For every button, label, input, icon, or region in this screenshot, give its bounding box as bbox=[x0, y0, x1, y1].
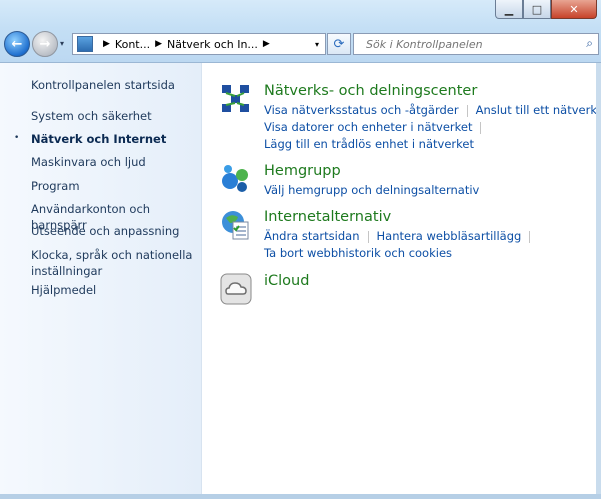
section-title-icloud[interactable]: iCloud bbox=[264, 273, 309, 289]
sidebar-item-appearance[interactable]: Utseende och anpassning bbox=[31, 223, 201, 239]
section-title-homegroup[interactable]: Hemgrupp bbox=[264, 163, 341, 179]
icloud-icon bbox=[220, 273, 252, 305]
link-divider bbox=[466, 104, 468, 117]
address-bar[interactable]: ▶ Kont... ▶ Nätverk och In... ▶ ▾ bbox=[72, 33, 326, 55]
link-divider bbox=[480, 121, 482, 134]
minimize-button[interactable]: ▁ bbox=[495, 0, 523, 19]
address-dropdown[interactable]: ▾ bbox=[315, 40, 319, 49]
maximize-button[interactable]: □ bbox=[523, 0, 551, 19]
sidebar: Kontrollpanelen startsida System och säk… bbox=[0, 63, 202, 499]
link-change-homepage[interactable]: Ändra startsidan bbox=[264, 229, 360, 243]
sidebar-item-accessibility[interactable]: Hjälpmedel bbox=[31, 282, 201, 298]
link-connect-network[interactable]: Anslut till ett nätverk bbox=[476, 103, 597, 117]
back-button[interactable]: ← bbox=[4, 31, 30, 57]
link-delete-history[interactable]: Ta bort webbhistorik och cookies bbox=[264, 246, 452, 260]
link-row: Ta bort webbhistorik och cookies bbox=[264, 246, 452, 260]
window-frame-bottom bbox=[0, 494, 601, 499]
link-row: Välj hemgrupp och delningsalternativ bbox=[264, 183, 479, 197]
section-title-internet-options[interactable]: Internetalternativ bbox=[264, 209, 391, 225]
link-network-status[interactable]: Visa nätverksstatus och -åtgärder bbox=[264, 103, 459, 117]
breadcrumb-control-panel[interactable]: Kont... bbox=[115, 38, 150, 51]
search-box[interactable]: ⌕ bbox=[353, 33, 599, 55]
breadcrumb-separator[interactable]: ▶ bbox=[263, 39, 270, 49]
sidebar-item-system-security[interactable]: System och säkerhet bbox=[31, 108, 201, 124]
breadcrumb-separator[interactable]: ▶ bbox=[155, 39, 162, 49]
network-center-icon bbox=[222, 85, 249, 112]
sidebar-item-network-internet[interactable]: Nätverk och Internet bbox=[31, 131, 201, 147]
link-row: Ändra startsidan Hantera webbläsartillägg bbox=[264, 229, 538, 243]
link-row: Visa nätverksstatus och -åtgärder Anslut … bbox=[264, 103, 597, 117]
window-frame-right bbox=[596, 63, 601, 499]
link-row: Lägg till en trådlös enhet i nätverket bbox=[264, 137, 474, 151]
link-row: Visa datorer och enheter i nätverket bbox=[264, 120, 489, 134]
internet-options-icon bbox=[222, 211, 249, 240]
main-content: Nätverks- och delningscenter Visa nätver… bbox=[202, 63, 601, 499]
link-divider bbox=[367, 230, 369, 243]
sidebar-item-hardware-sound[interactable]: Maskinvara och ljud bbox=[31, 154, 201, 170]
sidebar-item-home[interactable]: Kontrollpanelen startsida bbox=[31, 77, 201, 93]
homegroup-icon bbox=[222, 165, 248, 192]
link-add-wireless-device[interactable]: Lägg till en trådlös enhet i nätverket bbox=[264, 137, 474, 151]
link-choose-homegroup[interactable]: Välj hemgrupp och delningsalternativ bbox=[264, 183, 479, 197]
close-button[interactable]: ✕ bbox=[551, 0, 597, 19]
window-controls: ▁ □ ✕ bbox=[495, 0, 597, 19]
breadcrumb-separator[interactable]: ▶ bbox=[103, 39, 110, 49]
section-title-network-center[interactable]: Nätverks- och delningscenter bbox=[264, 83, 477, 99]
refresh-button[interactable]: ⟳ bbox=[327, 33, 351, 55]
active-bullet: • bbox=[14, 133, 20, 143]
link-manage-addons[interactable]: Hantera webbläsartillägg bbox=[377, 229, 522, 243]
sidebar-item-programs[interactable]: Program bbox=[31, 178, 201, 194]
link-view-computers[interactable]: Visa datorer och enheter i nätverket bbox=[264, 120, 472, 134]
search-icon[interactable]: ⌕ bbox=[586, 36, 593, 51]
forward-button[interactable]: → bbox=[32, 31, 58, 57]
sidebar-item-clock-language[interactable]: Klocka, språk och nationella inställning… bbox=[31, 247, 201, 279]
link-divider bbox=[529, 230, 531, 243]
recent-pages-dropdown[interactable]: ▾ bbox=[60, 39, 64, 48]
control-panel-icon bbox=[77, 36, 93, 52]
search-input[interactable] bbox=[364, 36, 568, 52]
breadcrumb-network-internet[interactable]: Nätverk och In... bbox=[167, 38, 258, 51]
